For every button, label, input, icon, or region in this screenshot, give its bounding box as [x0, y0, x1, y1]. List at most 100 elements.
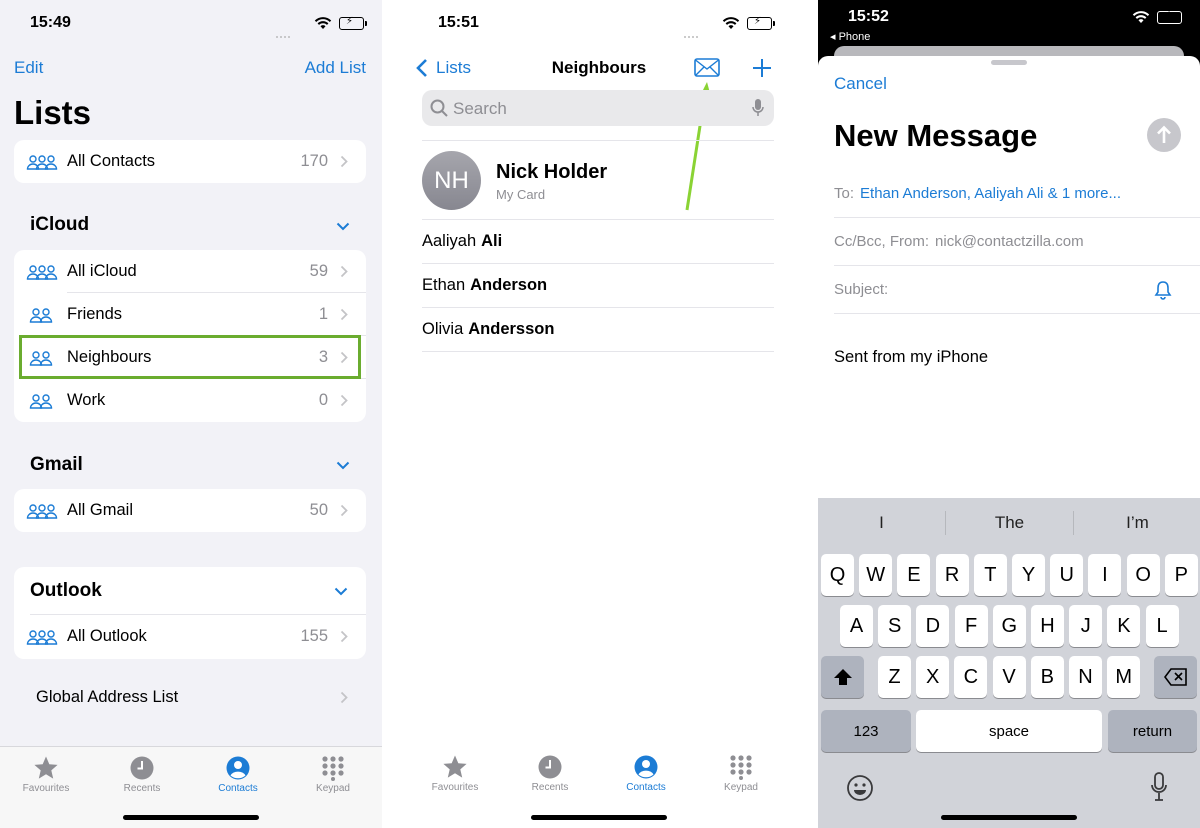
key-r[interactable]: R: [935, 554, 969, 596]
sheet-grabber[interactable]: [991, 60, 1027, 65]
list-item-global-address-list[interactable]: Global Address List: [14, 676, 366, 719]
tab-keypad[interactable]: Keypad: [288, 753, 378, 794]
space-key[interactable]: space: [916, 710, 1102, 752]
chevron-down-icon[interactable]: [336, 222, 350, 231]
highlight-box: [19, 335, 361, 379]
chevron-down-icon[interactable]: [334, 587, 348, 596]
key-d[interactable]: D: [916, 605, 950, 647]
key-f[interactable]: F: [954, 605, 988, 647]
key-b[interactable]: B: [1030, 656, 1064, 698]
chevron-right-icon: [340, 691, 348, 704]
from-address: nick@contactzilla.com: [935, 233, 1084, 250]
tab-favourites[interactable]: Favourites: [410, 752, 500, 793]
mail-icon[interactable]: [694, 58, 720, 77]
my-card[interactable]: NH Nick Holder My Card: [422, 140, 774, 220]
cancel-button[interactable]: Cancel: [834, 74, 887, 94]
cc-from-label: Cc/Bcc, From:: [834, 233, 930, 250]
bell-icon[interactable]: [1154, 280, 1172, 300]
key-o[interactable]: O: [1126, 554, 1160, 596]
contact-last-name: Anderson: [470, 276, 548, 294]
key-a[interactable]: A: [840, 605, 873, 647]
tab-contacts[interactable]: Contacts: [601, 752, 691, 793]
return-key[interactable]: return: [1108, 710, 1197, 752]
key-u[interactable]: U: [1050, 554, 1084, 596]
avatar: NH: [422, 151, 481, 210]
key-e[interactable]: E: [897, 554, 931, 596]
key-j[interactable]: J: [1069, 605, 1103, 647]
chevron-right-icon: [340, 155, 348, 168]
key-t[interactable]: T: [973, 554, 1007, 596]
key-i[interactable]: I: [1088, 554, 1122, 596]
list-item[interactable]: Olivia Andersson: [422, 308, 774, 352]
list-item-all-contacts[interactable]: All Contacts 170: [14, 140, 366, 183]
key-w[interactable]: W: [859, 554, 893, 596]
microphone-icon[interactable]: [752, 98, 764, 118]
chevron-right-icon: [340, 265, 348, 278]
cellular-icon: [684, 25, 700, 38]
add-icon[interactable]: [752, 58, 772, 78]
subject-label: Subject:: [834, 281, 889, 298]
contact-last-name: Andersson: [468, 320, 555, 338]
contact-last-name: Ali: [481, 232, 503, 250]
tab-recents[interactable]: Recents: [505, 752, 595, 793]
key-p[interactable]: P: [1164, 554, 1198, 596]
key-g[interactable]: G: [992, 605, 1026, 647]
list-item[interactable]: Ethan Anderson: [422, 264, 774, 308]
tab-label: Recents: [531, 782, 569, 793]
my-card-subtitle: My Card: [496, 187, 546, 202]
clock-icon: [130, 756, 154, 780]
to-field[interactable]: To: Ethan Anderson, Aaliyah Ali & 1 more…: [834, 170, 1200, 218]
add-list-button[interactable]: Add List: [305, 58, 366, 78]
list-item-all-outlook[interactable]: All Outlook 155: [14, 615, 366, 658]
key-n[interactable]: N: [1069, 656, 1102, 698]
list-item-all-gmail[interactable]: All Gmail 50: [14, 489, 366, 532]
suggestion-item[interactable]: I: [818, 498, 945, 548]
tab-label: Favourites: [431, 782, 479, 793]
tab-recents[interactable]: Recents: [97, 753, 187, 794]
back-to-app-link[interactable]: ◂ Phone: [830, 30, 870, 43]
list-item[interactable]: Aaliyah Ali: [422, 220, 774, 264]
home-indicator: [531, 815, 667, 820]
message-body[interactable]: Sent from my iPhone: [834, 348, 988, 367]
send-icon[interactable]: [1147, 118, 1181, 152]
key-y[interactable]: Y: [1012, 554, 1045, 596]
key-k[interactable]: K: [1107, 605, 1141, 647]
dictation-microphone-icon[interactable]: [1150, 772, 1168, 802]
tab-favourites[interactable]: Favourites: [1, 753, 91, 794]
key-h[interactable]: H: [1031, 605, 1064, 647]
status-bar: 15:52 ⚡: [818, 8, 1200, 30]
shift-key[interactable]: [821, 656, 864, 698]
key-x[interactable]: X: [916, 656, 950, 698]
chevron-down-icon[interactable]: [336, 461, 350, 470]
backspace-icon: [1163, 668, 1187, 686]
edit-button[interactable]: Edit: [14, 58, 43, 78]
list-item-work[interactable]: Work 0: [14, 379, 366, 422]
list-item-friends[interactable]: Friends 1: [14, 293, 366, 336]
emoji-icon[interactable]: [846, 774, 874, 802]
tab-keypad[interactable]: Keypad: [696, 752, 786, 793]
tab-contacts[interactable]: Contacts: [193, 753, 283, 794]
suggestion-item[interactable]: I’m: [1074, 498, 1200, 548]
key-c[interactable]: C: [954, 656, 988, 698]
key-v[interactable]: V: [992, 656, 1026, 698]
search-icon: [430, 99, 448, 117]
delete-key[interactable]: [1154, 656, 1197, 698]
cc-from-field[interactable]: Cc/Bcc, From: nick@contactzilla.com: [834, 218, 1200, 266]
tab-label: Recents: [123, 783, 161, 794]
key-z[interactable]: Z: [878, 656, 911, 698]
list-item-label: Friends: [67, 305, 123, 323]
wifi-icon: [722, 17, 740, 29]
list-item-label: Work: [67, 391, 106, 409]
subject-field[interactable]: Subject:: [834, 266, 1200, 314]
key-m[interactable]: M: [1107, 656, 1141, 698]
suggestion-item[interactable]: The: [946, 498, 1073, 548]
search-input[interactable]: Search: [422, 90, 774, 126]
key-l[interactable]: L: [1145, 605, 1179, 647]
numbers-key[interactable]: 123: [821, 710, 911, 752]
contact-first-name: Olivia: [422, 320, 464, 338]
person-circle-icon: [634, 755, 658, 779]
list-item-all-icloud[interactable]: All iCloud 59: [14, 250, 366, 293]
key-s[interactable]: S: [878, 605, 912, 647]
cellular-icon: [276, 25, 292, 38]
key-q[interactable]: Q: [821, 554, 854, 596]
